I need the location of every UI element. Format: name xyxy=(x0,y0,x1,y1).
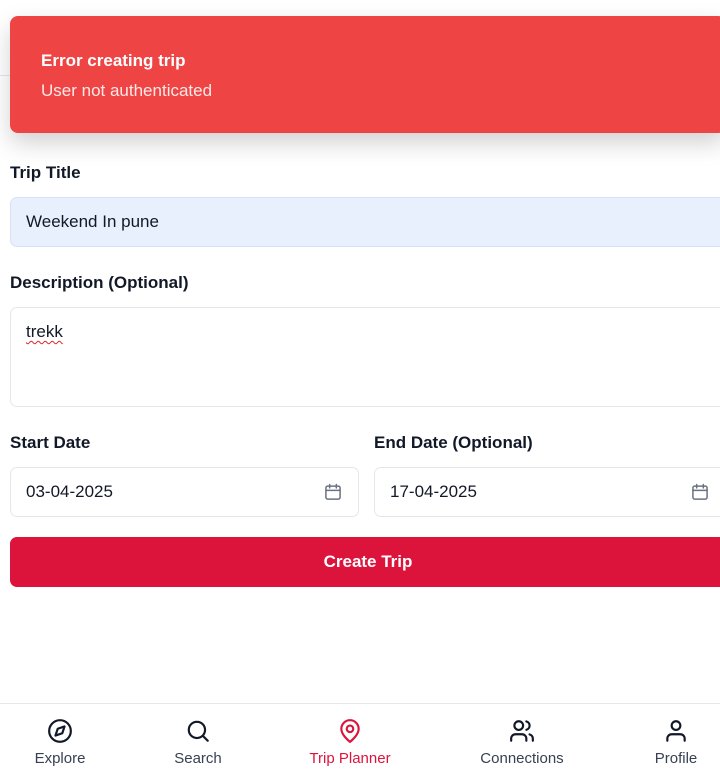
bottom-nav: Explore Search Trip Planner Connections … xyxy=(0,703,720,783)
description-label: Description (Optional) xyxy=(10,273,189,292)
start-date-input[interactable]: 03-04-2025 xyxy=(10,467,359,517)
end-date-value: 17-04-2025 xyxy=(390,482,477,501)
toast-title: Error creating trip xyxy=(41,51,186,70)
trip-title-value: Weekend In pune xyxy=(26,212,159,231)
nav-item-connections[interactable]: Connections xyxy=(467,718,577,767)
nav-item-trip-planner[interactable]: Trip Planner xyxy=(295,718,405,767)
trip-title-label: Trip Title xyxy=(10,163,81,182)
toast-message: User not authenticated xyxy=(41,81,213,100)
trip-title-input[interactable]: Weekend In pune xyxy=(10,197,720,247)
end-date-input[interactable]: 17-04-2025 xyxy=(374,467,720,517)
create-trip-button[interactable]: Create Trip xyxy=(10,537,720,587)
nav-item-explore[interactable]: Explore xyxy=(5,718,115,767)
user-icon xyxy=(666,720,686,742)
start-date-value: 03-04-2025 xyxy=(26,482,113,501)
nav-label-profile: Profile xyxy=(654,750,698,767)
calendar-icon[interactable] xyxy=(690,482,710,502)
compass-icon xyxy=(48,719,72,743)
end-date-label: End Date (Optional) xyxy=(374,433,533,452)
users-icon xyxy=(510,720,534,742)
description-value: trekk xyxy=(26,322,63,341)
start-date-label: Start Date xyxy=(10,433,91,452)
nav-label-trip-planner: Trip Planner xyxy=(309,750,391,767)
error-toast: Error creating trip User not authenticat… xyxy=(10,16,720,133)
nav-label-explore: Explore xyxy=(34,750,86,767)
description-textarea[interactable]: trekk xyxy=(10,307,720,407)
calendar-icon[interactable] xyxy=(323,482,343,502)
map-pin-icon xyxy=(340,719,360,743)
nav-label-search: Search xyxy=(174,750,222,767)
search-icon xyxy=(187,720,209,742)
nav-item-profile[interactable]: Profile xyxy=(621,718,720,767)
nav-label-connections: Connections xyxy=(480,750,564,767)
nav-item-search[interactable]: Search xyxy=(143,718,253,767)
